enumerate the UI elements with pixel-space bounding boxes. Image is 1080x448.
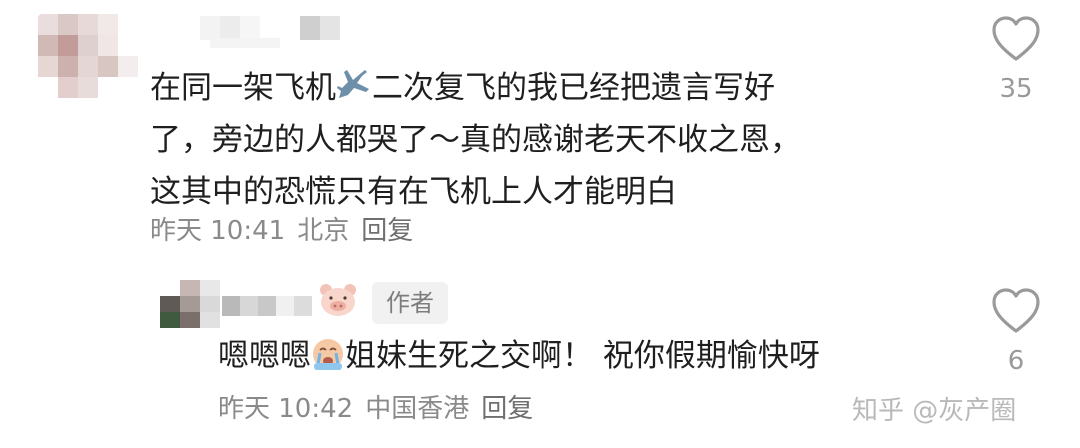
username[interactable] — [200, 16, 340, 40]
like-button[interactable] — [990, 14, 1042, 66]
heart-outline-icon — [992, 288, 1040, 333]
username-shadow — [210, 38, 280, 48]
comment-text: 在同一架飞机 二次复飞的我已经把遗言写好 了，旁边的人都哭了～真的感谢老天不收之恩… — [150, 62, 930, 218]
avatar[interactable] — [38, 14, 138, 98]
reply-location: 中国香港 — [365, 394, 470, 424]
reply-like-button[interactable] — [990, 286, 1042, 338]
comment-line-1: 在同一架飞机 二次复飞的我已经把遗言写好 — [150, 62, 930, 114]
watermark: 知乎 @灰产圈 — [852, 396, 1017, 426]
pig-face-emoji — [318, 282, 358, 318]
reply-like-count: 6 — [1007, 346, 1025, 376]
crying-face-emoji — [311, 337, 345, 371]
comment-meta: 昨天 10:41 北京 回复 — [150, 210, 425, 247]
reply-username[interactable] — [222, 296, 312, 316]
reply-meta: 昨天 10:42 中国香港 回复 — [218, 388, 545, 425]
heart-outline-icon — [992, 16, 1040, 61]
comment-line-2: 了，旁边的人都哭了～真的感谢老天不收之恩， — [150, 122, 801, 158]
reply-reply-button[interactable]: 回复 — [481, 394, 533, 424]
reply-text: 嗯嗯嗯 姐妹生死之交啊！ 祝你假期愉快呀 — [218, 337, 820, 374]
reply-button[interactable]: 回复 — [361, 216, 413, 246]
comment-time: 昨天 10:41 — [150, 216, 286, 246]
airplane-emoji — [336, 66, 372, 100]
like-count: 35 — [999, 74, 1033, 104]
reply-time: 昨天 10:42 — [218, 394, 354, 424]
comment-location: 北京 — [297, 216, 350, 246]
reply-avatar[interactable] — [160, 280, 220, 328]
author-badge: 作者 — [372, 282, 448, 324]
